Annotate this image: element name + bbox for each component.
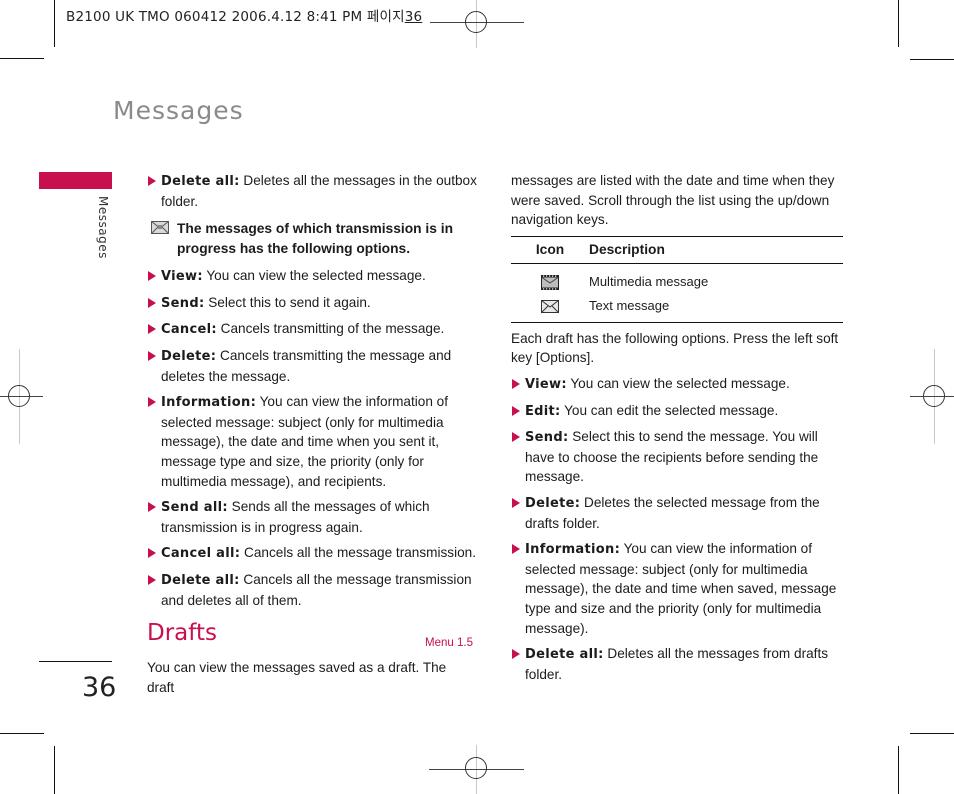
option-term: Edit: <box>525 403 561 419</box>
option-desc: Cancels transmitting of the message. <box>216 321 445 337</box>
drafts-title: Drafts <box>147 620 217 647</box>
bullet-arrow-icon <box>148 176 156 186</box>
envelope-sending-icon <box>151 221 169 235</box>
icon-table: Icon Description Multimedia message Text… <box>511 235 843 323</box>
option-item: Information: You can view the informatio… <box>147 392 477 491</box>
table-cell-description: Text message <box>589 293 843 323</box>
option-item: Delete all: Deletes all the messages fro… <box>511 644 843 684</box>
option-term: Send: <box>161 295 205 311</box>
option-desc: You can edit the selected message. <box>560 402 779 418</box>
option-term: Information: <box>161 395 257 411</box>
option-item: Edit: You can edit the selected message. <box>511 401 843 422</box>
drafts-heading: Drafts Menu 1.5 <box>147 620 477 658</box>
crop-mark <box>54 0 55 47</box>
bullet-arrow-icon <box>148 574 156 585</box>
option-item: Cancel all: Cancels all the message tran… <box>147 543 477 564</box>
option-term: View: <box>525 376 567 392</box>
registration-mark <box>465 757 487 779</box>
bullet-arrow-icon <box>148 350 156 361</box>
table-row: Multimedia message <box>511 263 843 294</box>
slug-page: 36 <box>404 9 423 25</box>
option-term: Send all: <box>161 500 228 516</box>
bullet-arrow-icon <box>512 649 520 660</box>
page-number-rule <box>39 661 112 662</box>
bullet-arrow-icon <box>148 324 156 335</box>
option-item: Send: Select this to send the message. Y… <box>511 427 843 487</box>
registration-mark <box>923 385 945 407</box>
option-desc: You can view the selected message. <box>566 375 790 391</box>
crop-mark <box>0 58 44 59</box>
option-item: Send all: Sends all the messages of whic… <box>147 497 477 537</box>
option-item: Delete: Cancels transmitting the message… <box>147 346 477 386</box>
option-desc: Select this to send the message. You wil… <box>525 429 819 485</box>
bullet-arrow-icon <box>512 544 520 555</box>
left-column: Delete all: Deletes all the messages in … <box>147 171 477 697</box>
bullet-arrow-icon <box>512 405 520 416</box>
option-item: Cancel: Cancels transmitting of the mess… <box>147 319 477 340</box>
side-tab-marker <box>39 172 112 189</box>
crop-mark <box>54 746 55 794</box>
bullet-arrow-icon <box>148 271 156 282</box>
option-term: Cancel: <box>161 322 217 338</box>
crop-mark <box>898 0 899 47</box>
crop-mark <box>910 59 954 60</box>
option-item: Send: Select this to send it again. <box>147 293 477 314</box>
option-term: Delete all: <box>525 647 604 663</box>
text-message-icon <box>541 300 559 314</box>
option-term: Information: <box>525 542 621 558</box>
bullet-arrow-icon <box>148 297 156 308</box>
drafts-intro-continued: messages are listed with the date and ti… <box>511 173 835 228</box>
crop-mark <box>910 733 954 734</box>
note: The messages of which transmission is in… <box>147 219 477 259</box>
bullet-arrow-icon <box>512 432 520 443</box>
slug-text: B2100 UK TMO 060412 2006.4.12 8:41 PM 페이… <box>66 9 405 25</box>
option-term: Delete all: <box>161 174 240 189</box>
multimedia-message-icon <box>541 275 559 291</box>
option-item: View: You can view the selected message. <box>511 374 843 395</box>
right-column: messages are listed with the date and ti… <box>511 171 843 690</box>
crop-mark <box>898 746 899 794</box>
bullet-arrow-icon <box>148 502 156 513</box>
table-header-icon: Icon <box>511 235 589 264</box>
printer-slug: B2100 UK TMO 060412 2006.4.12 8:41 PM 페이… <box>66 5 422 25</box>
table-header-row: Icon Description <box>511 235 843 264</box>
section-title: Messages <box>113 96 244 125</box>
option-term: Delete: <box>161 348 217 364</box>
option-term: Cancel all: <box>161 546 241 562</box>
option-term: Delete: <box>525 495 581 511</box>
registration-mark <box>465 11 487 33</box>
crop-mark <box>0 733 44 734</box>
option-item: Delete: Deletes the selected message fro… <box>511 493 843 533</box>
note-text: The messages of which transmission is in… <box>177 221 454 257</box>
table-cell-icon <box>511 263 589 294</box>
table-cell-description: Multimedia message <box>589 273 709 289</box>
table-header-description: Description <box>589 235 843 264</box>
option-item: Delete all: Cancels all the message tran… <box>147 570 477 610</box>
registration-mark <box>8 385 30 407</box>
options-intro: Each draft has the following options. Pr… <box>511 330 839 366</box>
option-term: View: <box>161 269 203 285</box>
option-desc: Select this to send it again. <box>204 294 371 310</box>
bullet-arrow-icon <box>512 378 520 389</box>
bullet-arrow-icon <box>148 548 156 559</box>
table-cell-icon <box>511 293 589 323</box>
option-desc: Cancels all the message transmission. <box>240 545 476 561</box>
drafts-menu-number: Menu 1.5 <box>425 637 473 650</box>
option-item: Information: You can view the informatio… <box>511 539 843 638</box>
bullet-arrow-icon <box>512 497 520 508</box>
option-item: View: You can view the selected message. <box>147 266 477 287</box>
option-desc: You can view the selected message. <box>202 268 426 284</box>
option-term: Delete all: <box>161 572 240 588</box>
option-item: Delete all: Deletes all the messages in … <box>147 171 477 211</box>
bullet-arrow-icon <box>148 397 156 408</box>
table-row: Text message <box>511 293 843 323</box>
side-label: Messages <box>96 196 110 259</box>
drafts-intro: You can view the messages saved as a dra… <box>147 660 447 695</box>
page-number: 36 <box>82 672 117 703</box>
option-term: Send: <box>525 430 569 446</box>
